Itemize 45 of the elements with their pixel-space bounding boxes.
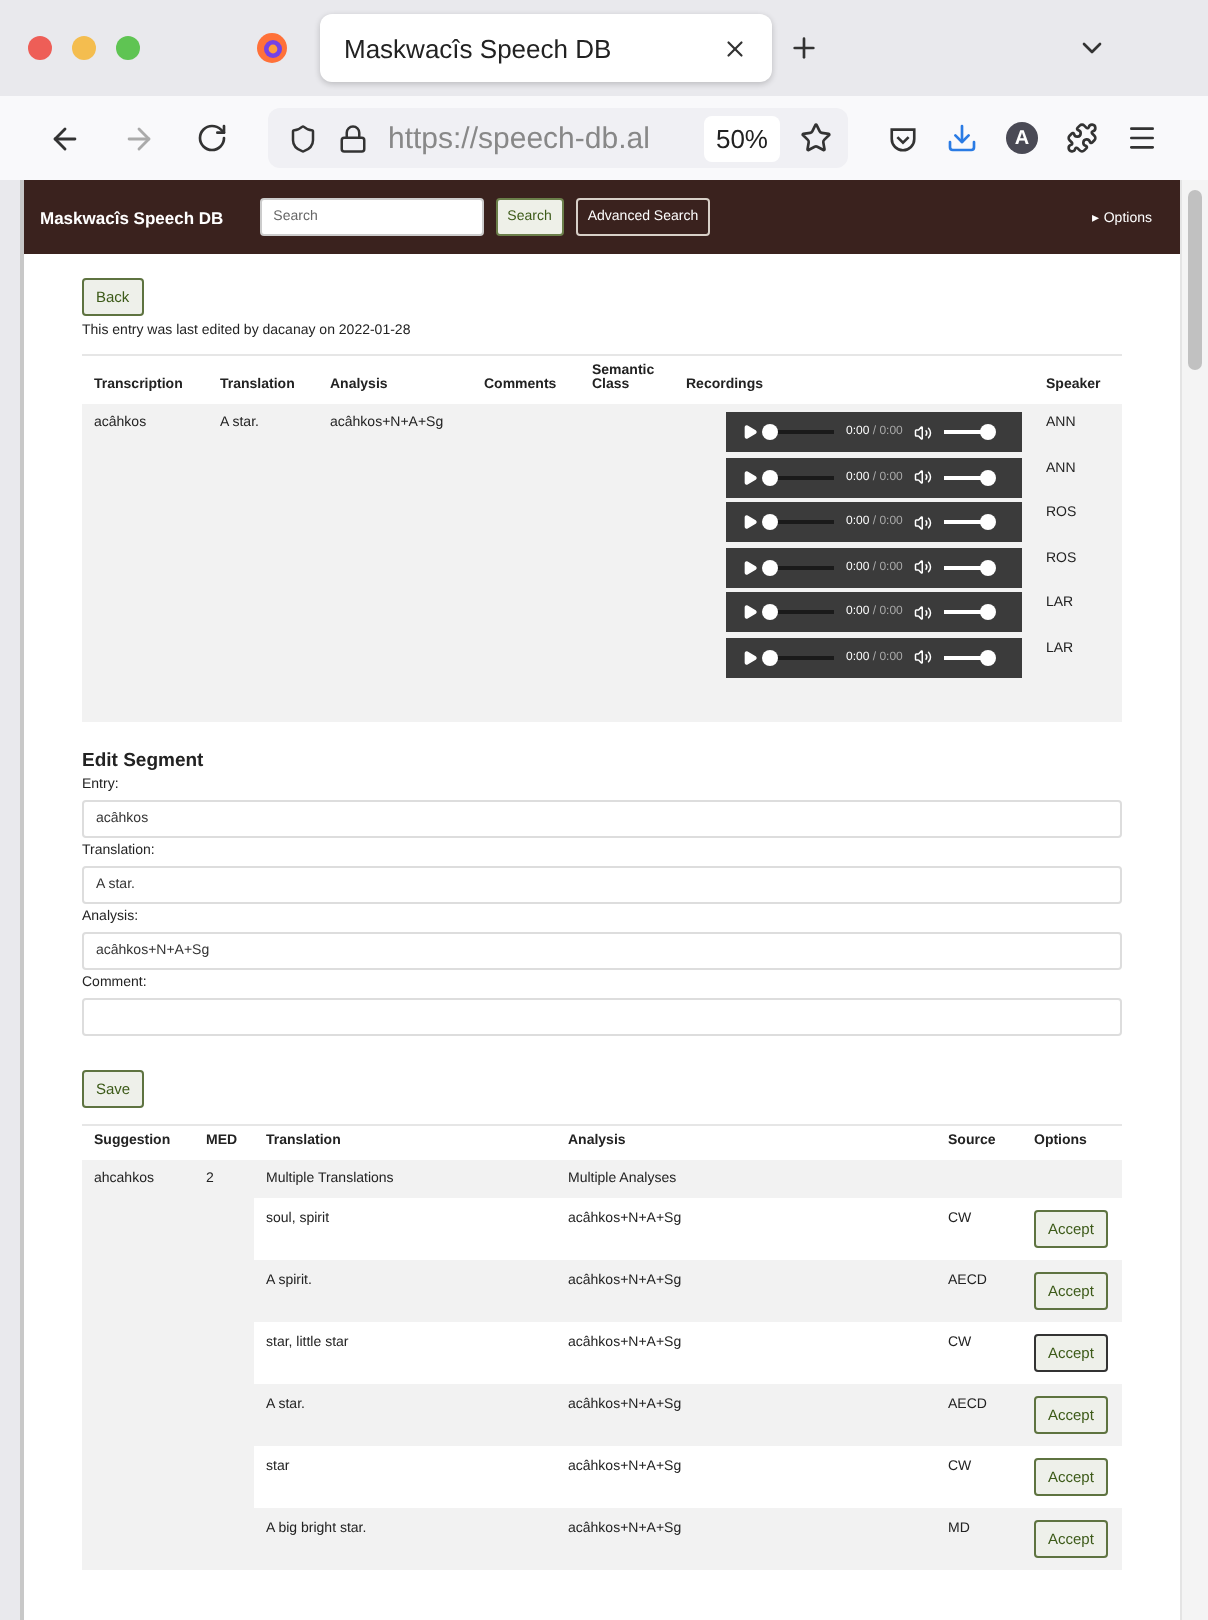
slider-thumb[interactable] [980,514,997,530]
puzzle-icon[interactable] [1066,122,1098,154]
volume-icon[interactable] [914,603,933,621]
volume-icon[interactable] [914,558,933,576]
section-heading: Edit Segment [82,750,206,772]
volume-icon[interactable] [914,423,933,441]
volume-icon[interactable] [914,513,933,531]
volume-icon[interactable] [914,648,933,666]
volume-icon[interactable] [914,468,933,486]
download-icon[interactable] [946,122,978,154]
play-icon[interactable] [742,424,758,440]
slider-thumb[interactable] [762,514,778,530]
play-icon[interactable] [742,469,758,485]
star-icon[interactable] [800,122,832,154]
slider-thumb[interactable] [762,604,778,620]
tab-title: Maskwacîs Speech DB [344,33,612,63]
slider-thumb[interactable] [980,559,997,575]
slider-thumb[interactable] [980,649,997,665]
new-tab-icon[interactable] [788,32,820,64]
scrollbar[interactable] [1180,180,1208,1620]
shield-icon[interactable] [288,123,318,153]
slider-thumb[interactable] [762,649,778,665]
browser-logo-icon [256,32,288,64]
input-field[interactable] [82,998,1122,1036]
slider-thumb[interactable] [762,559,778,575]
zoom-level[interactable]: 50% [703,115,780,161]
pocket-icon[interactable] [888,123,918,153]
site-title[interactable]: Maskwacîs Speech DB [40,207,224,227]
reload-icon[interactable] [196,122,228,154]
slider-thumb[interactable] [980,604,997,620]
slider-thumb[interactable] [980,424,997,440]
play-icon[interactable] [742,649,758,665]
play-icon[interactable] [742,559,758,575]
slider-thumb[interactable] [980,469,997,485]
scrollbar-thumb[interactable] [1188,190,1202,370]
browser-tab[interactable]: Maskwacîs Speech DB [320,14,772,82]
play-icon[interactable] [742,604,758,620]
account-avatar[interactable]: A [1006,122,1038,154]
close-icon[interactable] [722,35,748,61]
menu-icon[interactable] [1126,122,1158,154]
close-window-icon[interactable] [28,36,52,60]
lock-icon[interactable] [338,123,368,153]
slider-thumb[interactable] [762,469,778,485]
play-icon[interactable] [742,514,758,530]
slider-thumb[interactable] [762,424,778,440]
